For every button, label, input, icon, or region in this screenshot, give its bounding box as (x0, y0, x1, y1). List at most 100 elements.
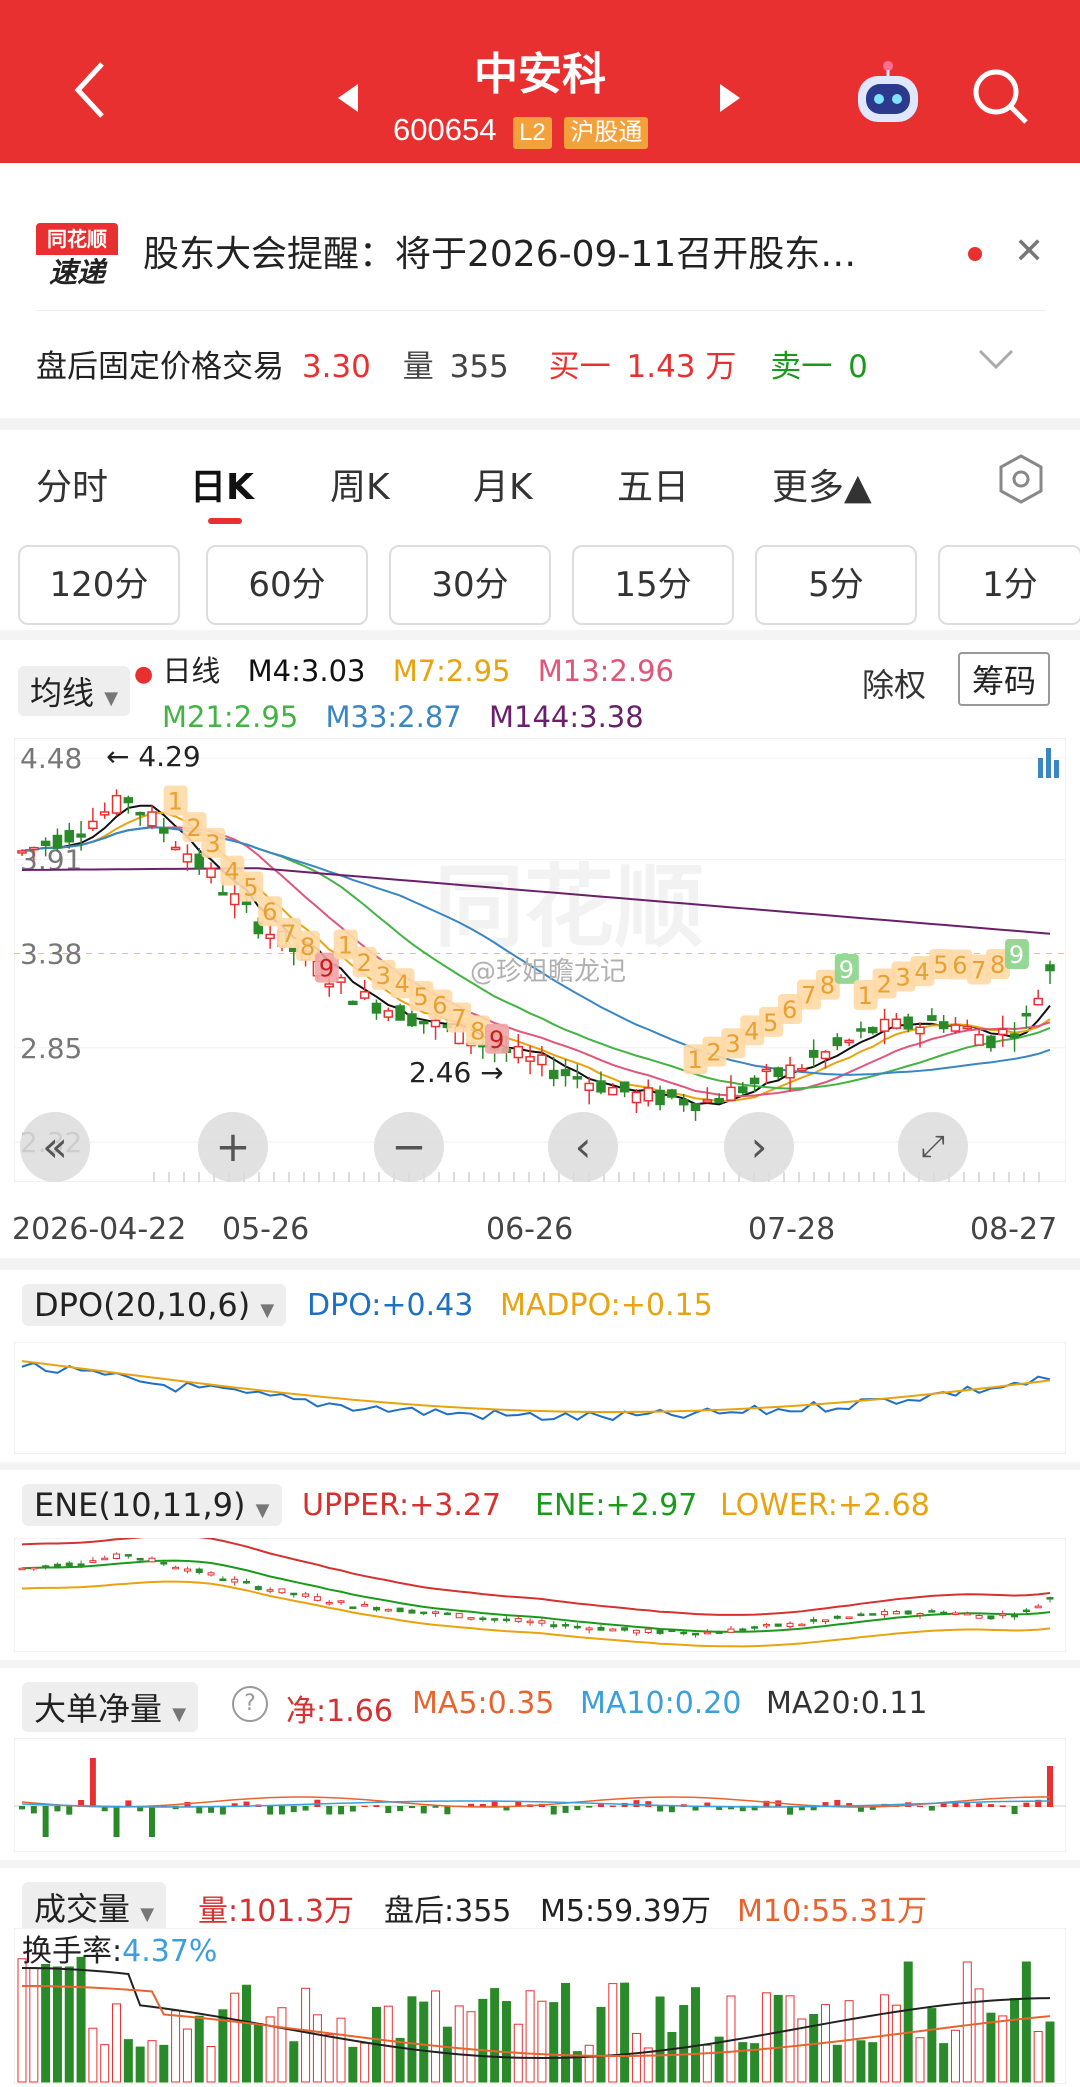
ene-candle-body (845, 1616, 853, 1619)
candle-body (206, 867, 216, 878)
candle-body (749, 1077, 760, 1085)
net-value: 净:1.66 (286, 1694, 393, 1729)
ma-selector[interactable]: 均线 ▼ (18, 666, 131, 716)
next-stock-icon[interactable] (718, 82, 742, 118)
candle-body (123, 797, 134, 804)
x-axis-labels: 2026-04-22 05-26 06-26 07-28 08-27 (12, 1212, 1058, 1247)
chart-frame (14, 1342, 1066, 1454)
volume-bar (324, 2034, 334, 2083)
net-bar (420, 1806, 427, 1814)
chart-type-icon[interactable] (1036, 746, 1062, 784)
scroll-left-icon[interactable]: ‹ (548, 1112, 618, 1182)
ene-candle-body (219, 1578, 227, 1582)
scroll-right-icon[interactable]: › (724, 1112, 794, 1182)
net-bar (668, 1806, 675, 1813)
search-icon[interactable] (970, 66, 1030, 130)
tab-five-day[interactable]: 五日 (617, 458, 689, 510)
tab-more[interactable]: 更多▲ (772, 458, 872, 510)
chart-frame (14, 1538, 1066, 1652)
volume-bar (52, 1966, 62, 2083)
y-tick-label: 4.48 (20, 742, 82, 775)
volume-bar (501, 2001, 511, 2083)
chart-tabs: 分时 日K 周K 月K 五日 更多▲ 120分 60分 30分 15分 5分 1… (0, 430, 1080, 630)
net-bar (952, 1803, 959, 1807)
tab-daily-k[interactable]: 日K (190, 458, 254, 510)
candle-body (678, 1098, 689, 1106)
period-60m[interactable]: 60分 (206, 545, 368, 625)
period-1m[interactable]: 1分 (938, 545, 1080, 625)
ene-candle-body (89, 1560, 97, 1563)
ene-candle-body (420, 1611, 428, 1615)
ene-candle-body (786, 1622, 794, 1628)
fullscreen-icon[interactable]: ⤢ (898, 1112, 968, 1182)
period-15m[interactable]: 15分 (572, 545, 734, 625)
ene-selector[interactable]: ENE(10,11,9) ▼ (22, 1484, 282, 1526)
tab-weekly-k[interactable]: 周K (330, 458, 390, 510)
fast-backward-icon[interactable]: « (20, 1112, 90, 1182)
volume-selector[interactable]: 成交量 ▼ (22, 1882, 167, 1932)
volume-bar (927, 2008, 937, 2083)
divider (36, 310, 1046, 311)
volume-bar (76, 1956, 86, 2083)
chevron-down-icon[interactable] (978, 349, 1014, 375)
stock-code-row: 600654 L2 沪股通 (393, 112, 649, 149)
robot-assistant-icon[interactable] (852, 60, 924, 130)
volume-bar (100, 2044, 110, 2083)
kline-chart[interactable]: 同花顺4.483.913.382.852.3212345678912345678… (14, 738, 1066, 1182)
candle-body (88, 820, 98, 830)
period-120m[interactable]: 120分 (18, 545, 180, 625)
tab-monthly-k[interactable]: 月K (473, 458, 533, 510)
ene-candle-body (869, 1613, 877, 1616)
candle-body (631, 1091, 642, 1104)
m5-volume: M5:59.39万 (540, 1894, 711, 1929)
notice-text[interactable]: 股东大会提醒：将于2026-09-11召开股东… (143, 225, 856, 277)
net-bar (267, 1806, 274, 1815)
ene-candle-body (821, 1619, 829, 1623)
volume-bar (478, 1998, 488, 2083)
zoom-in-icon[interactable]: + (198, 1112, 268, 1182)
volume-bar (289, 2041, 299, 2083)
ene-candle-body (266, 1589, 274, 1592)
ma10-value: MA10:0.20 (580, 1686, 742, 1721)
ene-candle-body (231, 1578, 239, 1583)
candle-body (962, 1025, 973, 1030)
ene-candle-body (940, 1611, 948, 1615)
candle-body (868, 1026, 878, 1034)
big-order-selector[interactable]: 大单净量 ▼ (22, 1682, 199, 1732)
ene-candle-body (325, 1601, 333, 1605)
ene-candle-body (609, 1628, 617, 1632)
help-icon[interactable]: ? (232, 1686, 268, 1722)
period-30m[interactable]: 30分 (389, 545, 551, 625)
volume-bar (1010, 1998, 1020, 2083)
td-marker-label: 5 (763, 1009, 778, 1037)
candle-body (324, 983, 334, 988)
net-bar (338, 1806, 345, 1815)
volume-bar (348, 2046, 358, 2083)
close-icon[interactable]: ✕ (1014, 231, 1044, 272)
net-bar (66, 1806, 73, 1815)
candle-body (667, 1089, 677, 1098)
chip-button[interactable]: 筹码 (958, 652, 1051, 706)
ene-candle-body (172, 1566, 180, 1570)
tab-intraday[interactable]: 分时 (36, 458, 108, 510)
volume-bar (454, 2005, 464, 2083)
td-sequence-marker: 9 (485, 1023, 510, 1054)
volume-bar (230, 1992, 240, 2083)
ex-rights-toggle[interactable]: 除权 (862, 660, 926, 706)
ene-candle-body (302, 1593, 310, 1597)
market-badge: 沪股通 (564, 117, 649, 149)
candle-body (584, 1082, 594, 1091)
volume-bar (962, 1961, 972, 2083)
volume-bar (407, 1996, 417, 2083)
settings-icon[interactable] (998, 454, 1044, 508)
volume-bar (584, 2044, 594, 2083)
volume-bar (466, 2011, 476, 2083)
ene-candle-body (443, 1612, 451, 1616)
ene-candle-body (1046, 1597, 1054, 1600)
ene-candle-body (774, 1623, 782, 1627)
period-5m[interactable]: 5分 (755, 545, 917, 625)
net-bar (302, 1806, 309, 1811)
zoom-out-icon[interactable]: − (374, 1112, 444, 1182)
volume-bar (939, 2043, 949, 2083)
dpo-selector[interactable]: DPO(20,10,6) ▼ (22, 1284, 287, 1326)
